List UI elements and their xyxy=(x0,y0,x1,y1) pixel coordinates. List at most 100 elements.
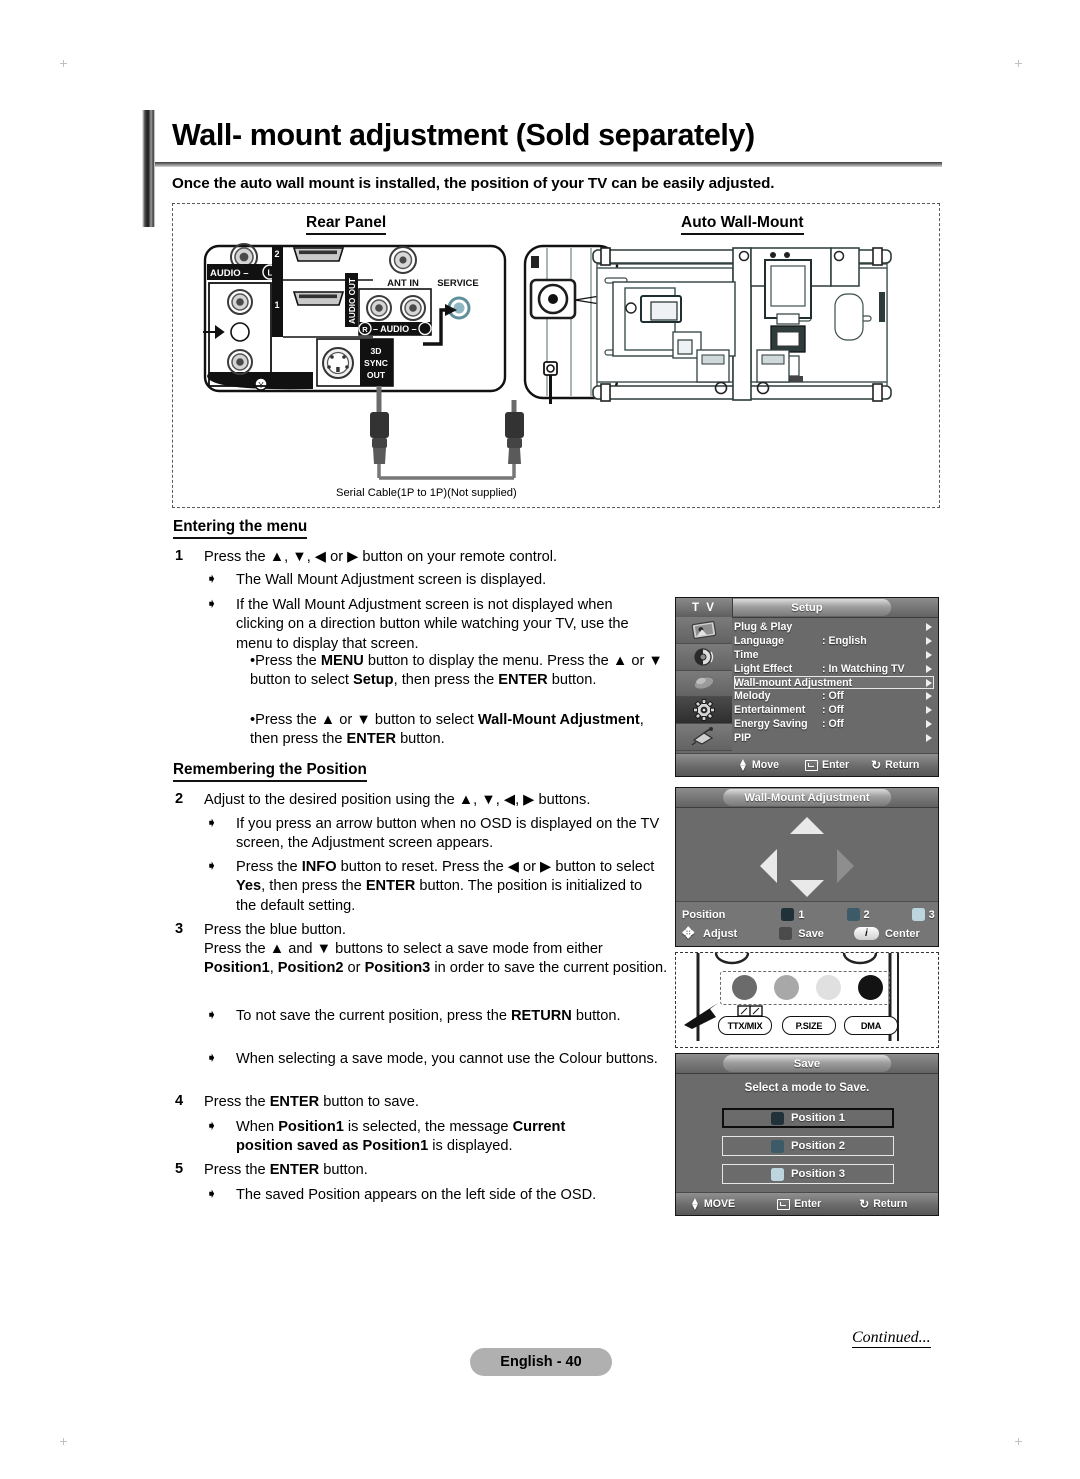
bullet-arrow-icon: ➧ xyxy=(206,815,218,830)
s5-enter-key: ENTER xyxy=(269,1162,320,1178)
save-option-position-2[interactable]: Position 2 xyxy=(722,1136,894,1156)
sb1-setup-key: Setup xyxy=(353,672,394,689)
red-colour-button[interactable] xyxy=(732,975,757,1000)
arrow-right-icon[interactable] xyxy=(837,849,855,883)
s2b2-info-key: INFO xyxy=(301,859,337,875)
save-option-position-3[interactable]: Position 3 xyxy=(722,1164,894,1184)
menu-item-entertainment[interactable]: Entertainment : Off xyxy=(734,703,934,717)
bullet-arrow-icon: ➧ xyxy=(206,1118,218,1133)
chevron-right-icon xyxy=(926,636,932,645)
menu-item-plug-and-play[interactable]: Plug & Play xyxy=(734,620,934,634)
page-title: Wall- mount adjustment (Sold separately) xyxy=(172,118,755,152)
osd-wall-mount-adjustment[interactable]: Wall-Mount Adjustment Position 1 2 3 ✥ A… xyxy=(675,787,939,947)
entering-bullet-2: If the Wall Mount Adjustment screen is n… xyxy=(236,597,629,652)
s3b1-pre: To not save the current position, press … xyxy=(236,1008,512,1024)
menu-item-melody[interactable]: Melody : Off xyxy=(734,689,934,703)
menu-item-wall-mount-adjustment[interactable]: Wall-mount Adjustment xyxy=(734,675,934,690)
bullet-arrow-icon: ➧ xyxy=(206,858,218,873)
center-label: Center xyxy=(884,927,920,940)
s3-sep1: , xyxy=(269,960,278,977)
sidebar-item-sound[interactable] xyxy=(676,643,732,671)
step-5-text: Press the ENTER button. xyxy=(204,1161,674,1180)
arrow-left-icon[interactable] xyxy=(759,849,777,883)
ttx-mix-button[interactable]: TTX/MIX xyxy=(718,1016,772,1035)
step-4-number: 4 xyxy=(175,1093,184,1109)
step-3-line-1: Press the blue button. xyxy=(204,922,346,938)
position-2[interactable]: 2 xyxy=(846,908,870,921)
menu-item-time[interactable]: Time xyxy=(734,648,934,662)
osd-wma-title: Wall-Mount Adjustment xyxy=(723,789,891,806)
s3-end: in order to save the current position. xyxy=(430,960,668,977)
save-option-position-1[interactable]: Position 1 xyxy=(722,1108,894,1128)
s4b1-pre: When xyxy=(236,1119,279,1135)
s4-end: button to save. xyxy=(319,1094,419,1110)
menu-label: Wall-mount Adjustment xyxy=(734,676,853,689)
s3b1-end: button. xyxy=(571,1008,621,1024)
footer-enter[interactable]: Enter xyxy=(777,1198,821,1210)
svg-text:SYNC: SYNC xyxy=(364,358,388,368)
dpad-icon xyxy=(682,926,697,941)
menu-item-light-effect[interactable]: Light Effect : In Watching TV xyxy=(734,662,934,676)
sound-icon xyxy=(694,648,714,666)
chevron-right-icon xyxy=(926,622,932,631)
sidebar-item-channel[interactable] xyxy=(676,670,732,698)
diagram-artwork: Y AUDIO – L 2 1 AUDIO OUT ANT IN R – AUD… xyxy=(203,243,892,480)
blue-colour-button[interactable] xyxy=(858,975,883,1000)
chevron-right-icon xyxy=(926,706,932,715)
osd-save-dialog[interactable]: Save Select a mode to Save. Position 1 P… xyxy=(675,1053,939,1216)
continued-note: Continued... xyxy=(852,1329,931,1348)
osd-wma-bottom-bar: Position 1 2 3 Adjust Save xyxy=(676,901,938,946)
wma-action-row: Adjust Save i Center xyxy=(682,925,932,942)
s4-pre: Press the xyxy=(204,1094,270,1110)
step-1-text: Press the ▲, ▼, ◀ or ▶ button on your re… xyxy=(204,549,558,565)
sidebar-item-setup[interactable] xyxy=(676,697,732,725)
footer-return[interactable]: ↻ Return xyxy=(859,1197,907,1211)
position-row: Position 1 2 3 xyxy=(682,906,935,923)
dma-button[interactable]: DMA xyxy=(844,1016,898,1035)
return-icon: ↻ xyxy=(859,1197,870,1211)
p-size-button[interactable]: P.SIZE xyxy=(782,1016,836,1035)
sb1-pre: Press the xyxy=(255,653,321,669)
remote-colour-buttons-illustration: TTX/MIX P.SIZE DMA xyxy=(675,952,939,1048)
svg-text:AUDIO OUT: AUDIO OUT xyxy=(348,278,357,324)
sb1-mid2: , then press the xyxy=(393,672,499,689)
s2b2-yes-key: Yes xyxy=(236,878,262,895)
menu-item-energy-saving[interactable]: Energy Saving : Off xyxy=(734,717,934,731)
input-icon xyxy=(691,727,714,746)
menu-value: : In Watching TV xyxy=(822,662,905,675)
arrow-up-icon[interactable] xyxy=(790,817,824,834)
footer-move[interactable]: ▲ ▼ MOVE xyxy=(690,1196,735,1212)
chevron-right-icon xyxy=(926,692,932,701)
footer-return[interactable]: ↻ Return xyxy=(871,758,919,772)
position-2-swatch xyxy=(846,908,860,921)
osd-setup-menu[interactable]: Setup T V Plug & Play Language: English… xyxy=(675,597,939,777)
sb1-end: button. xyxy=(547,672,597,689)
green-colour-button[interactable] xyxy=(774,975,799,1000)
s3-position3-key: Position3 xyxy=(364,960,431,977)
page-number-badge: English - 40 xyxy=(470,1348,612,1376)
step-3-number: 3 xyxy=(175,921,184,937)
bullet-arrow-icon: ➧ xyxy=(206,1186,218,1201)
menu-item-language[interactable]: Language : English xyxy=(734,634,934,648)
arrow-down-icon[interactable] xyxy=(790,880,824,897)
footer-enter[interactable]: Enter xyxy=(805,759,849,771)
chevron-right-icon xyxy=(926,720,932,729)
osd-save-footer: ▲ ▼ MOVE Enter ↻ Return xyxy=(676,1192,938,1215)
menu-label: Entertainment xyxy=(734,704,806,717)
sidebar-item-picture[interactable] xyxy=(676,617,732,644)
position-3-swatch xyxy=(771,1167,784,1181)
entering-subbullet-1: •Press the MENU button to display the me… xyxy=(250,653,663,689)
position-3[interactable]: 3 xyxy=(911,908,935,921)
s2b2-mid: button to reset. Press the ◀ or ▶ button… xyxy=(336,859,655,875)
s2b2-pre: Press the xyxy=(236,859,302,875)
yellow-colour-button[interactable] xyxy=(816,975,841,1000)
menu-label: Energy Saving xyxy=(734,718,808,731)
position-1[interactable]: 1 xyxy=(781,908,805,921)
chevron-right-icon xyxy=(926,664,932,673)
bullet-arrow-icon: ➧ xyxy=(206,1050,218,1065)
menu-item-pip[interactable]: PIP xyxy=(734,731,934,745)
sidebar-item-input[interactable] xyxy=(676,724,732,751)
center-info-icon[interactable]: i xyxy=(853,927,879,940)
chevron-right-icon xyxy=(926,650,932,659)
footer-move[interactable]: ▲ ▼ Move xyxy=(738,757,779,773)
